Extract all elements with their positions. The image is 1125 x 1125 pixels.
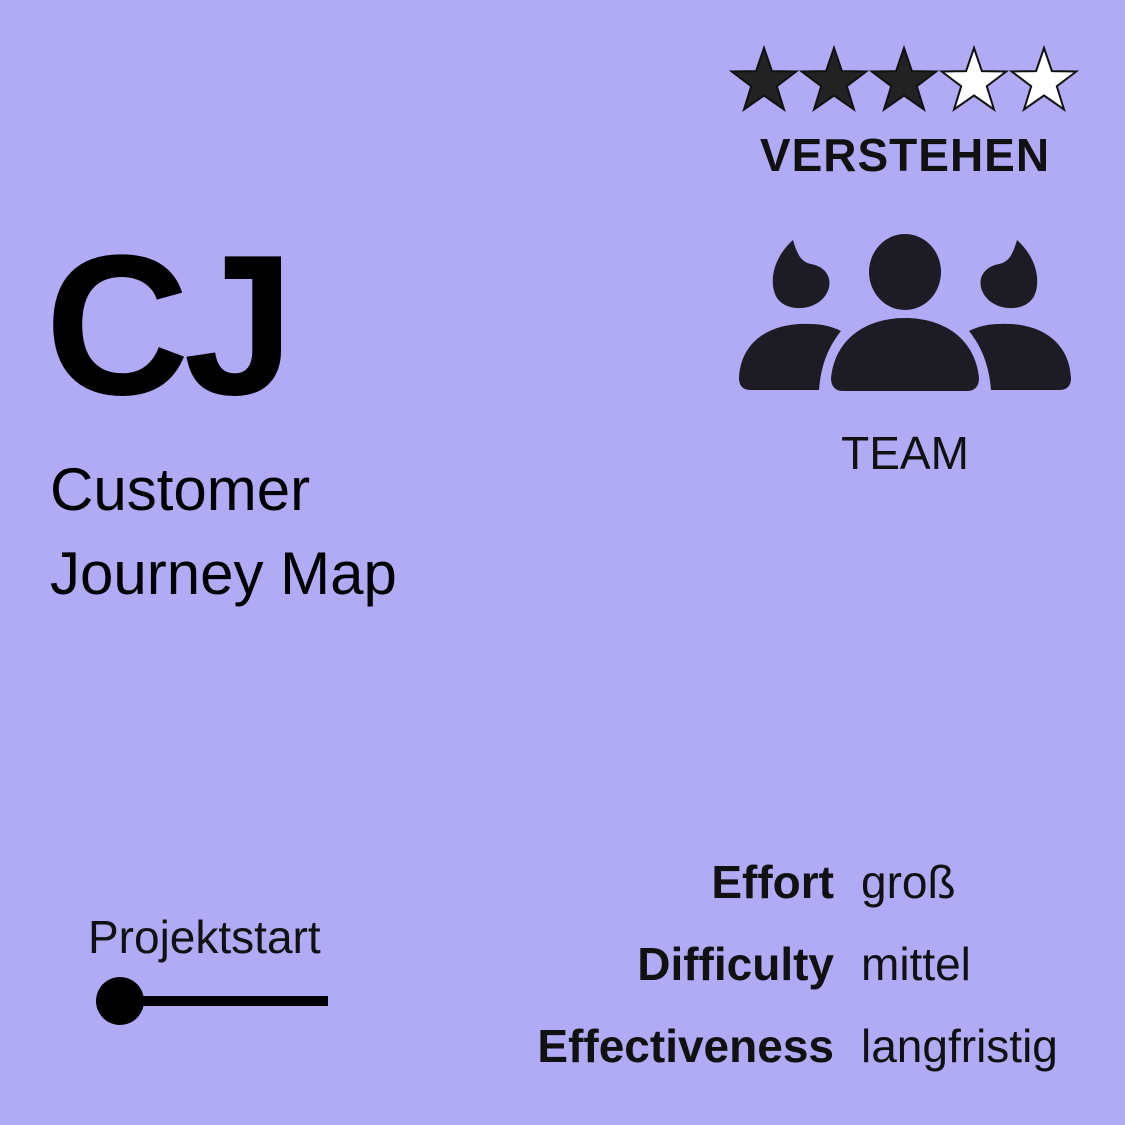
stat-value: langfristig	[861, 1020, 1058, 1072]
method-name-line-2: Journey Map	[50, 540, 397, 607]
phase-label: Projektstart	[88, 911, 321, 963]
team-icon	[735, 228, 1075, 400]
stats-table: Effort groß Difficulty mittel Effectiven…	[474, 855, 1079, 1101]
participants-label: TEAM	[841, 427, 969, 479]
method-card: VERSTEHEN TEAM CJ Customer Journey Map P…	[0, 0, 1125, 1125]
method-name: Customer Journey Map	[50, 448, 397, 616]
stat-row-difficulty: Difficulty mittel	[474, 937, 1079, 1019]
category-label: VERSTEHEN	[759, 129, 1051, 181]
stat-row-effectiveness: Effectiveness langfristig	[474, 1019, 1079, 1101]
star-empty-icon	[938, 44, 1010, 112]
star-filled-icon	[798, 44, 870, 112]
stat-key: Effort	[711, 856, 834, 908]
stat-key: Difficulty	[637, 938, 834, 990]
star-empty-icon	[1008, 44, 1080, 112]
stat-value: groß	[861, 856, 956, 908]
phase-track	[94, 975, 334, 1027]
phase-marker	[96, 977, 144, 1025]
stat-value: mittel	[861, 938, 971, 990]
method-name-line-1: Customer	[50, 456, 311, 523]
star-rating-graphic	[728, 44, 1080, 112]
star-rating	[728, 40, 1080, 120]
stat-row-effort: Effort groß	[474, 855, 1079, 937]
star-filled-icon	[868, 44, 940, 112]
star-filled-icon	[728, 44, 800, 112]
method-abbreviation: CJ	[45, 214, 295, 437]
stat-key: Effectiveness	[537, 1020, 834, 1072]
